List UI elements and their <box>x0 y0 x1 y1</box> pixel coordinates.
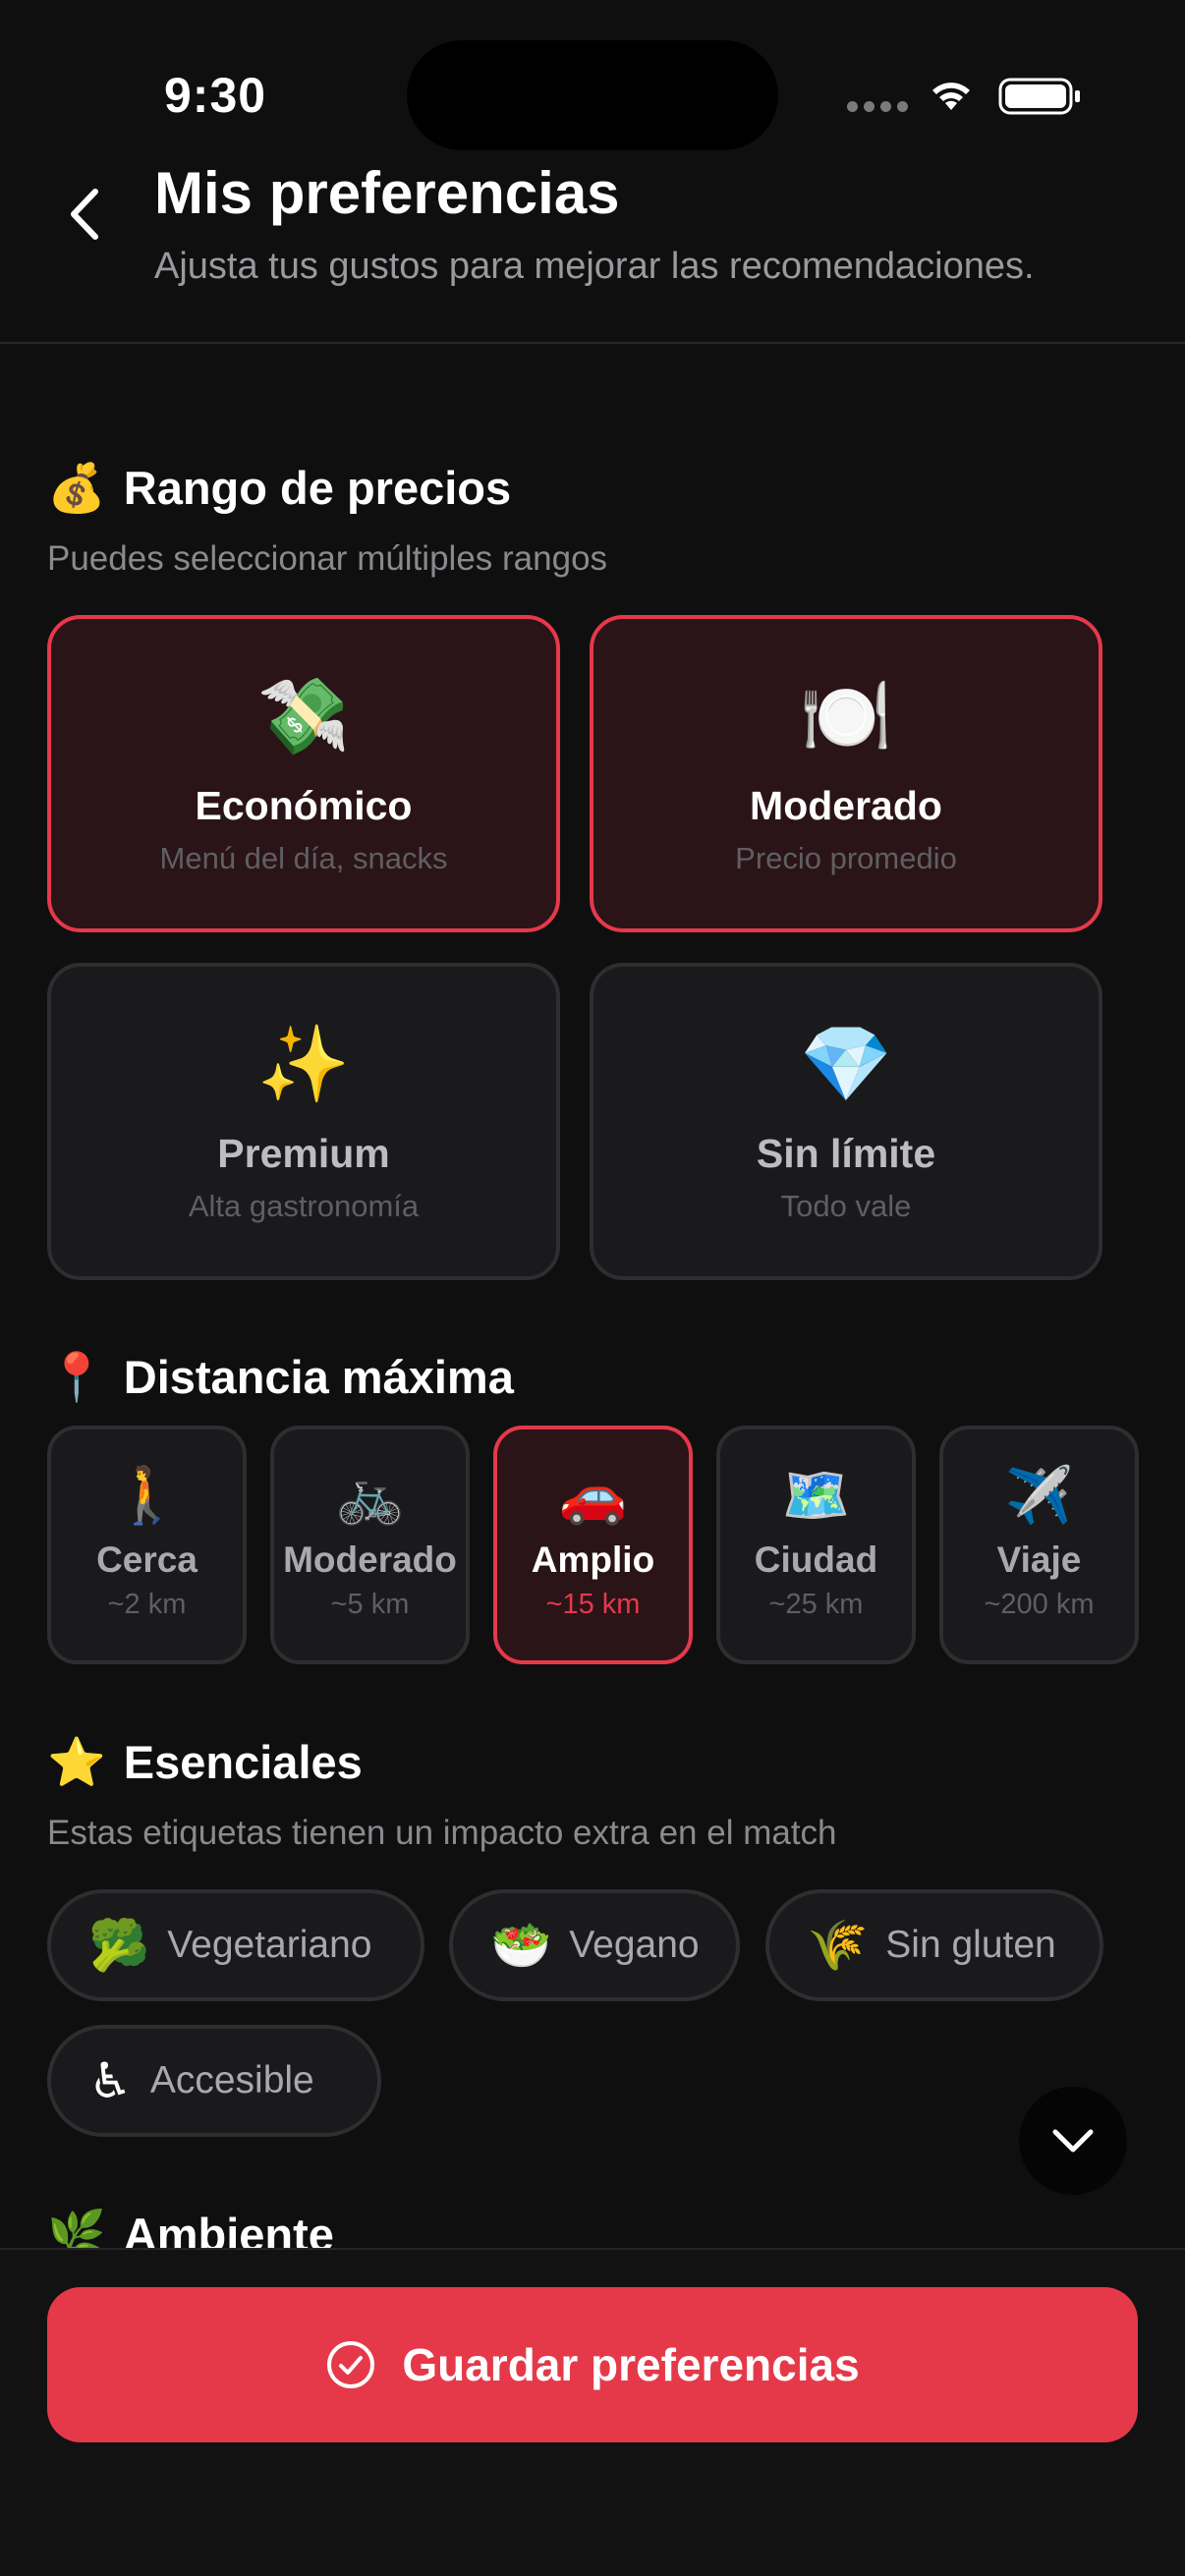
chip-vegetariano[interactable]: 🥦 Vegetariano <box>47 1889 424 2001</box>
car-icon: 🚗 <box>558 1464 628 1526</box>
scroll-down-button[interactable] <box>1019 2087 1127 2195</box>
bottom-bar: Guardar preferencias <box>0 2248 1185 2576</box>
save-button-label: Guardar preferencias <box>402 2339 860 2390</box>
distance-option-cerca[interactable]: 🚶 Cerca ~2 km <box>47 1426 247 1664</box>
price-option-moderado[interactable]: 🍽️ Moderado Precio promedio <box>590 615 1102 932</box>
broccoli-icon: 🥦 <box>88 1917 150 1973</box>
chevron-left-icon <box>71 189 98 240</box>
money-bag-icon: 💰 <box>47 463 106 515</box>
distance-option-desc: ~25 km <box>768 1589 864 1620</box>
status-bar: 9:30 <box>0 0 1185 150</box>
distance-option-moderado[interactable]: 🚲 Moderado ~5 km <box>270 1426 470 1664</box>
price-option-economico[interactable]: 💸 Económico Menú del día, snacks <box>47 615 560 932</box>
chip-accesible[interactable]: ♿ Accesible <box>47 2025 381 2137</box>
distance-option-desc: ~15 km <box>545 1589 641 1620</box>
price-option-label: Premium <box>217 1131 390 1176</box>
wifi-icon <box>932 83 970 110</box>
sparkles-icon: ✨ <box>256 1023 351 1106</box>
money-with-wings-icon: 💸 <box>256 675 351 758</box>
airplane-icon: ✈️ <box>1004 1464 1074 1526</box>
page-subtitle: Ajusta tus gustos para mejorar las recom… <box>154 246 1035 287</box>
page-title: Mis preferencias <box>154 160 620 226</box>
chip-label: Accesible <box>149 2059 314 2101</box>
essentials-section-label: Esenciales <box>123 1736 363 1788</box>
back-button[interactable] <box>57 175 112 253</box>
distance-option-desc: ~200 km <box>984 1589 1095 1620</box>
price-option-desc: Menú del día, snacks <box>159 841 448 875</box>
distance-option-desc: ~2 km <box>107 1589 187 1620</box>
price-section-description: Puedes seleccionar múltiples rangos <box>47 539 608 578</box>
battery-icon <box>998 78 1080 115</box>
map-icon: 🗺️ <box>781 1464 851 1526</box>
distance-option-amplio[interactable]: 🚗 Amplio ~15 km <box>493 1426 693 1664</box>
chip-label: Vegetariano <box>167 1924 372 1966</box>
gem-icon: 💎 <box>799 1023 893 1106</box>
price-option-sin-limite[interactable]: 💎 Sin límite Todo vale <box>590 963 1102 1280</box>
price-option-desc: Alta gastronomía <box>188 1189 420 1223</box>
bicycle-icon: 🚲 <box>335 1464 405 1526</box>
price-option-desc: Todo vale <box>780 1189 912 1223</box>
signal-icon <box>847 101 908 112</box>
check-circle-icon <box>327 2341 375 2388</box>
chip-vegano[interactable]: 🥗 Vegano <box>449 1889 740 2001</box>
pin-icon: 📍 <box>47 1352 106 1404</box>
essentials-section-title: ⭐ Esenciales <box>47 1734 363 1790</box>
price-option-label: Moderado <box>750 783 942 828</box>
distance-option-label: Cerca <box>96 1540 198 1580</box>
chevron-down-icon <box>1052 2129 1094 2153</box>
distance-option-label: Viaje <box>996 1540 1082 1580</box>
distance-option-label: Amplio <box>531 1540 655 1580</box>
distance-option-label: Moderado <box>283 1540 457 1580</box>
status-time: 9:30 <box>164 68 267 123</box>
chip-label: Sin gluten <box>885 1924 1056 1966</box>
wheat-icon: 🌾 <box>807 1917 869 1973</box>
salad-icon: 🥗 <box>490 1917 552 1973</box>
price-section-label: Rango de precios <box>123 462 512 514</box>
star-icon: ⭐ <box>47 1737 106 1789</box>
distance-option-label: Ciudad <box>754 1540 878 1580</box>
price-section-title: 💰 Rango de precios <box>47 460 511 516</box>
distance-section-label: Distancia máxima <box>123 1351 514 1403</box>
price-option-premium[interactable]: ✨ Premium Alta gastronomía <box>47 963 560 1280</box>
chip-sin-gluten[interactable]: 🌾 Sin gluten <box>765 1889 1103 2001</box>
price-option-desc: Precio promedio <box>735 841 957 875</box>
save-preferences-button[interactable]: Guardar preferencias <box>47 2287 1138 2442</box>
header: Mis preferencias Ajusta tus gustos para … <box>0 147 1185 344</box>
distance-section-title: 📍 Distancia máxima <box>47 1349 514 1405</box>
distance-option-desc: ~5 km <box>330 1589 410 1620</box>
distance-option-ciudad[interactable]: 🗺️ Ciudad ~25 km <box>716 1426 916 1664</box>
chip-label: Vegano <box>569 1924 700 1966</box>
price-option-label: Económico <box>195 783 413 828</box>
plate-cutlery-icon: 🍽️ <box>799 675 893 758</box>
dynamic-island <box>407 40 778 150</box>
walking-person-icon: 🚶 <box>112 1464 182 1526</box>
essentials-section-description: Estas etiquetas tienen un impacto extra … <box>47 1814 837 1852</box>
distance-option-viaje[interactable]: ✈️ Viaje ~200 km <box>939 1426 1139 1664</box>
price-option-label: Sin límite <box>756 1131 936 1176</box>
wheelchair-icon: ♿ <box>88 2053 133 2108</box>
